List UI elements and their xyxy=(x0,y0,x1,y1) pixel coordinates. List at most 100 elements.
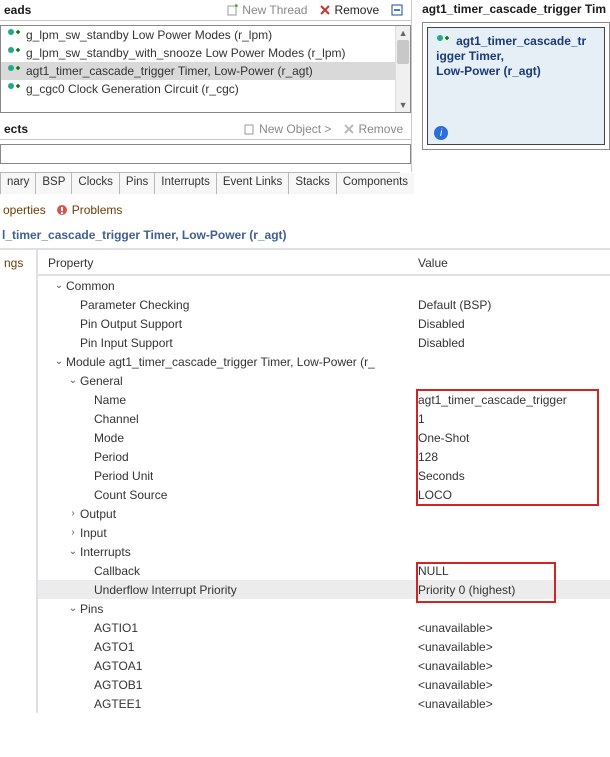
val-pin[interactable]: <unavailable> xyxy=(418,678,610,692)
group-interrupts[interactable]: Interrupts xyxy=(80,545,131,559)
new-thread-icon xyxy=(227,4,239,16)
stack-icon xyxy=(7,46,21,60)
remove-object-icon xyxy=(343,123,355,135)
stack-line: igger Timer, xyxy=(436,49,504,63)
stack-container: agt1_timer_cascade_tr igger Timer, Low-P… xyxy=(422,22,610,150)
group-pins[interactable]: Pins xyxy=(80,602,103,616)
objects-title: ects xyxy=(4,122,28,136)
val-pin[interactable]: <unavailable> xyxy=(418,621,610,635)
chevron-down-icon[interactable]: ⌄ xyxy=(52,280,66,291)
val-pin[interactable]: <unavailable> xyxy=(418,659,610,673)
stack-module-box[interactable]: agt1_timer_cascade_tr igger Timer, Low-P… xyxy=(427,27,605,145)
chevron-down-icon[interactable]: ⌄ xyxy=(52,356,66,367)
scroll-thumb[interactable] xyxy=(397,40,409,64)
val-pin-input[interactable]: Disabled xyxy=(418,336,610,350)
prop-period-unit[interactable]: Period Unit xyxy=(94,469,153,483)
tab-bsp[interactable]: BSP xyxy=(36,173,72,194)
group-common[interactable]: Common xyxy=(66,279,115,293)
new-thread-label: New Thread xyxy=(242,3,307,17)
val-count-source[interactable]: LOCO xyxy=(418,488,610,502)
stack-icon xyxy=(7,28,21,42)
val-callback[interactable]: NULL xyxy=(418,564,610,578)
module-section-title: l_timer_cascade_trigger Timer, Low-Power… xyxy=(0,222,610,250)
tab-properties[interactable]: operties xyxy=(0,200,49,220)
new-object-button[interactable]: New Object > xyxy=(240,121,335,137)
prop-pin[interactable]: AGTOB1 xyxy=(94,678,142,692)
prop-name[interactable]: Name xyxy=(94,393,126,407)
tab-eventlinks[interactable]: Event Links xyxy=(217,173,289,194)
chevron-right-icon[interactable]: › xyxy=(66,527,80,538)
val-name[interactable]: agt1_timer_cascade_trigger xyxy=(418,393,610,407)
new-thread-button[interactable]: New Thread xyxy=(223,2,311,18)
prop-pin-input[interactable]: Pin Input Support xyxy=(80,336,173,350)
tab-clocks[interactable]: Clocks xyxy=(72,173,120,194)
thread-item[interactable]: g_lpm_sw_standby_with_snooze Low Power M… xyxy=(1,44,410,62)
property-header: Property Value xyxy=(38,250,610,276)
prop-count-source[interactable]: Count Source xyxy=(94,488,167,502)
prop-pin[interactable]: AGTIO1 xyxy=(94,621,138,635)
group-module[interactable]: Module agt1_timer_cascade_trigger Timer,… xyxy=(66,355,375,369)
info-icon[interactable]: i xyxy=(434,126,448,140)
settings-side-tab[interactable]: ngs xyxy=(0,250,38,713)
remove-thread-label: Remove xyxy=(334,3,379,17)
threads-tree[interactable]: g_lpm_sw_standby Low Power Modes (r_lpm)… xyxy=(0,25,411,113)
chevron-down-icon[interactable]: ⌄ xyxy=(66,375,80,386)
thread-label: g_cgc0 Clock Generation Circuit (r_cgc) xyxy=(26,82,239,96)
module-icon xyxy=(436,34,450,48)
val-period[interactable]: 128 xyxy=(418,450,610,464)
prop-pin[interactable]: AGTEE1 xyxy=(94,697,141,711)
prop-pin[interactable]: AGTO1 xyxy=(94,640,134,654)
chevron-down-icon[interactable]: ⌄ xyxy=(66,603,80,614)
prop-mode[interactable]: Mode xyxy=(94,431,124,445)
tab-pins[interactable]: Pins xyxy=(120,173,155,194)
config-tabstrip: nary BSP Clocks Pins Interrupts Event Li… xyxy=(0,172,400,194)
property-sheet[interactable]: ⌄Common Parameter CheckingDefault (BSP) … xyxy=(38,276,610,713)
remove-icon xyxy=(319,4,331,16)
tab-components[interactable]: Components xyxy=(337,173,414,194)
stack-icon xyxy=(7,64,21,78)
prop-underflow-priority[interactable]: Underflow Interrupt Priority xyxy=(94,583,237,597)
properties-label: operties xyxy=(3,203,46,217)
chevron-down-icon[interactable]: ⌄ xyxy=(66,546,80,557)
remove-object-button[interactable]: Remove xyxy=(339,121,407,137)
val-period-unit[interactable]: Seconds xyxy=(418,469,610,483)
tab-stacks[interactable]: Stacks xyxy=(289,173,337,194)
val-underflow-priority[interactable]: Priority 0 (highest) xyxy=(418,583,610,597)
val-pin[interactable]: <unavailable> xyxy=(418,697,610,711)
thread-label: agt1_timer_cascade_trigger Timer, Low-Po… xyxy=(26,64,313,78)
val-channel[interactable]: 1 xyxy=(418,412,610,426)
stack-line: Low-Power (r_agt) xyxy=(436,64,541,78)
problems-label: Problems xyxy=(72,203,123,217)
stack-line: agt1_timer_cascade_tr xyxy=(456,34,586,48)
tab-problems[interactable]: Problems xyxy=(53,200,126,220)
val-mode[interactable]: One-Shot xyxy=(418,431,610,445)
tab-interrupts[interactable]: Interrupts xyxy=(155,173,217,194)
chevron-right-icon[interactable]: › xyxy=(66,508,80,519)
prop-pin-output[interactable]: Pin Output Support xyxy=(80,317,182,331)
remove-thread-button[interactable]: Remove xyxy=(315,2,383,18)
problems-icon xyxy=(56,204,68,216)
threads-scrollbar[interactable]: ▲ ▼ xyxy=(395,26,410,112)
prop-period[interactable]: Period xyxy=(94,450,129,464)
tab-summary[interactable]: nary xyxy=(1,173,36,194)
stack-icon xyxy=(7,82,21,96)
val-pin[interactable]: <unavailable> xyxy=(418,640,610,654)
val-parameter-checking[interactable]: Default (BSP) xyxy=(418,298,610,312)
prop-callback[interactable]: Callback xyxy=(94,564,140,578)
prop-channel[interactable]: Channel xyxy=(94,412,139,426)
objects-list[interactable] xyxy=(0,144,411,164)
val-pin-output[interactable]: Disabled xyxy=(418,317,610,331)
col-header-value: Value xyxy=(418,256,610,270)
collapse-all-button[interactable] xyxy=(387,3,407,17)
group-output[interactable]: Output xyxy=(80,507,116,521)
scroll-down-icon[interactable]: ▼ xyxy=(396,98,410,112)
thread-item[interactable]: g_cgc0 Clock Generation Circuit (r_cgc) xyxy=(1,80,410,98)
group-input[interactable]: Input xyxy=(80,526,107,540)
thread-item-selected[interactable]: agt1_timer_cascade_trigger Timer, Low-Po… xyxy=(1,62,410,80)
thread-item[interactable]: g_lpm_sw_standby Low Power Modes (r_lpm) xyxy=(1,26,410,44)
group-general[interactable]: General xyxy=(80,374,123,388)
scroll-up-icon[interactable]: ▲ xyxy=(396,26,410,40)
prop-pin[interactable]: AGTOA1 xyxy=(94,659,142,673)
thread-label: g_lpm_sw_standby_with_snooze Low Power M… xyxy=(26,46,346,60)
prop-parameter-checking[interactable]: Parameter Checking xyxy=(80,298,189,312)
